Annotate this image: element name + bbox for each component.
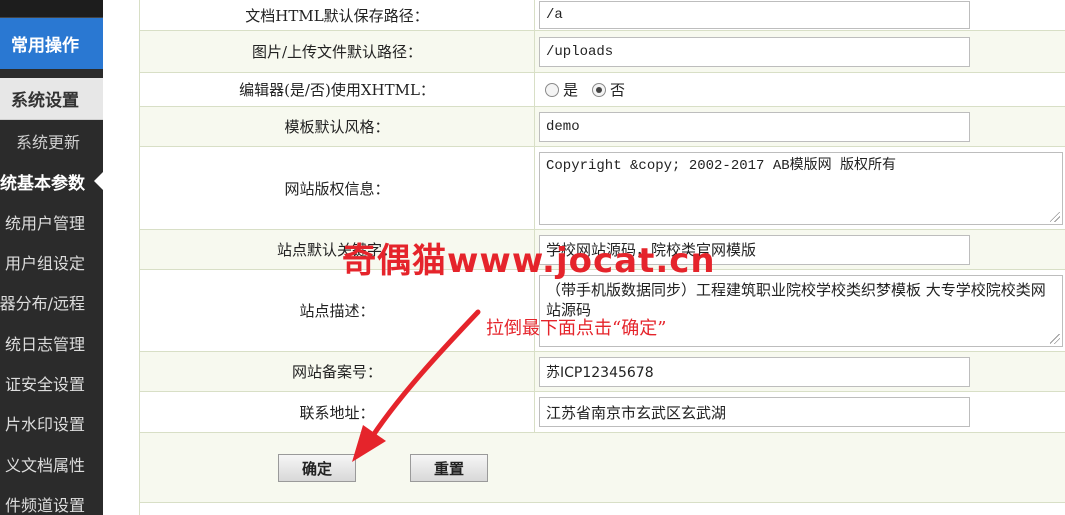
form-row-address: 联系地址： 江苏省南京市玄武区玄武湖 [140, 392, 1065, 433]
form-row-copyright: 网站版权信息： Copyright &copy; 2002-2017 AB模版网… [140, 147, 1065, 230]
field-label: 联系地址： [140, 392, 535, 432]
sidebar-item-label: 统用户管理 [4, 213, 85, 233]
sidebar-group-common[interactable]: 常用操作 [0, 18, 103, 69]
sidebar-item-server-distribution[interactable]: 器分布/远程 [0, 282, 103, 322]
watermark-text: 奇偶猫www.jocat.cn [342, 241, 716, 281]
resize-grip-icon[interactable] [1050, 211, 1060, 222]
sidebar-item-label: 片水印设置 [4, 415, 85, 435]
sidebar-item-captcha-security[interactable]: 证安全设置 [0, 363, 103, 403]
description-text: （带手机版数据同步）工程建筑职业院校学校类织梦模板 大专学校院校类网站源码 [546, 280, 1046, 319]
field-label: 模板默认风格： [140, 107, 535, 146]
sidebar-top-cap [0, 0, 103, 18]
xhtml-no-radio[interactable] [592, 82, 607, 97]
sidebar-item-label: 统基本参数 [0, 173, 85, 194]
field-label: 编辑器(是/否)使用XHTML： [140, 73, 535, 106]
template-style-input[interactable]: demo [539, 111, 970, 142]
sidebar-group-system[interactable]: 系统设置 [0, 78, 103, 120]
upload-path-input[interactable]: /uploads [539, 36, 970, 67]
sidebar-menu: 系统更新 统基本参数 统用户管理 用户组设定 器分布/远程 统日志管理 证安全设… [0, 121, 103, 515]
ok-button[interactable]: 确定 [278, 454, 356, 482]
sidebar-item-label: 系统更新 [16, 133, 81, 153]
sidebar-item-label: 义文档属性 [4, 455, 85, 475]
xhtml-yes-radio[interactable] [545, 82, 559, 97]
address-input[interactable]: 江苏省南京市玄武区玄武湖 [539, 397, 970, 427]
copyright-text: Copyright &copy; 2002-2017 AB模版网 版权所有 [546, 157, 897, 174]
form-row-editor-xhtml: 编辑器(是/否)使用XHTML： 是 否 [140, 73, 1065, 107]
sidebar-item-label: 器分布/远程 [0, 294, 85, 314]
form-row-html-path: 文档HTML默认保存路径： /a [140, 0, 1065, 31]
copyright-textarea[interactable]: Copyright &copy; 2002-2017 AB模版网 版权所有 [539, 151, 1063, 225]
field-label: 文档HTML默认保存路径： [140, 0, 535, 30]
field-label: 网站版权信息： [140, 147, 535, 229]
sidebar-item-user-management[interactable]: 统用户管理 [0, 202, 103, 242]
active-indicator-icon [94, 172, 103, 191]
sidebar-item-label: 统日志管理 [4, 334, 85, 354]
annotation-note: 拉倒最下面点击“确定” [486, 318, 667, 339]
sidebar-item-user-groups[interactable]: 用户组设定 [0, 242, 103, 282]
sidebar-item-system-update[interactable]: 系统更新 [0, 121, 103, 161]
html-path-input[interactable]: /a [539, 1, 970, 29]
form-actions: 确定 重置 [140, 433, 1065, 503]
sidebar: 常用操作 系统设置 系统更新 统基本参数 统用户管理 用户组设定 器分布/远程 … [0, 0, 103, 515]
sidebar-item-label: 用户组设定 [4, 254, 85, 274]
icp-input[interactable]: 苏ICP12345678 [539, 356, 970, 387]
sidebar-gap [103, 0, 139, 515]
reset-button[interactable]: 重置 [410, 454, 488, 482]
sidebar-item-basic-params[interactable]: 统基本参数 [0, 161, 103, 201]
sidebar-item-image-watermark[interactable]: 片水印设置 [0, 403, 103, 443]
form-row-template-style: 模板默认风格： demo [140, 107, 1065, 147]
radio-label-no: 否 [610, 81, 626, 99]
resize-grip-icon[interactable] [1050, 333, 1060, 344]
radio-label-yes: 是 [563, 81, 579, 99]
form-row-upload-path: 图片/上传文件默认路径： /uploads [140, 31, 1065, 73]
sidebar-item-label: 件频道设置 [4, 495, 85, 515]
field-label: 网站备案号： [140, 352, 535, 391]
sidebar-item-system-logs[interactable]: 统日志管理 [0, 322, 103, 362]
sidebar-item-label: 证安全设置 [4, 374, 85, 394]
field-label: 图片/上传文件默认路径： [140, 31, 535, 72]
field-label: 站点描述： [140, 270, 535, 351]
form-row-icp: 网站备案号： 苏ICP12345678 [140, 352, 1065, 392]
sidebar-item-attachment-channel[interactable]: 件频道设置 [0, 484, 103, 515]
sidebar-item-doc-attributes[interactable]: 义文档属性 [0, 443, 103, 483]
